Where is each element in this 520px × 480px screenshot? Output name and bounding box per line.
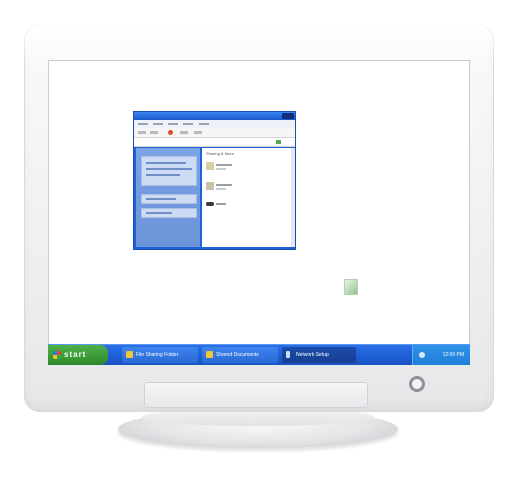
task-pane-box bbox=[141, 208, 197, 218]
forward-button[interactable] bbox=[150, 131, 158, 134]
taskbar-task[interactable]: Shared Documents bbox=[202, 347, 278, 363]
item-label bbox=[216, 203, 226, 205]
bezel-gloss bbox=[24, 24, 494, 64]
item-label bbox=[216, 184, 232, 186]
go-icon[interactable] bbox=[276, 140, 281, 144]
app-window[interactable]: Sharing & More bbox=[134, 112, 295, 249]
start-button[interactable]: start bbox=[48, 345, 108, 365]
power-button[interactable] bbox=[409, 376, 425, 392]
menu-item[interactable] bbox=[153, 122, 164, 125]
task-label: File Sharing Folder bbox=[136, 352, 179, 358]
task-link[interactable] bbox=[146, 162, 186, 164]
menu-item[interactable] bbox=[138, 122, 148, 125]
menu-item[interactable] bbox=[198, 122, 209, 125]
task-pane bbox=[136, 148, 200, 247]
back-button[interactable] bbox=[138, 131, 146, 134]
crt-monitor: Sharing & More start File Sharing Folder… bbox=[24, 24, 494, 412]
folder-icon bbox=[206, 351, 213, 358]
folder-icon[interactable] bbox=[206, 182, 214, 190]
item-label bbox=[216, 164, 232, 166]
task-link[interactable] bbox=[146, 168, 192, 170]
front-control-panel bbox=[144, 382, 368, 408]
menu-item[interactable] bbox=[168, 122, 179, 125]
menu-item[interactable] bbox=[183, 122, 194, 125]
task-link[interactable] bbox=[146, 198, 176, 200]
app-titlebar[interactable] bbox=[134, 112, 295, 120]
toolbar-button[interactable] bbox=[194, 131, 202, 134]
content-heading: Sharing & More bbox=[206, 151, 234, 156]
taskbar-task-active[interactable]: Network Setup bbox=[282, 347, 356, 363]
folder-icon[interactable] bbox=[206, 162, 214, 170]
task-pane-box bbox=[141, 156, 197, 186]
taskbar: start File Sharing Folder Shared Documen… bbox=[48, 344, 470, 365]
task-link[interactable] bbox=[146, 174, 180, 176]
start-label: start bbox=[64, 350, 87, 359]
monitor-screen: Sharing & More start File Sharing Folder… bbox=[48, 60, 470, 365]
task-label: Network Setup bbox=[296, 352, 329, 358]
network-cable-icon[interactable] bbox=[206, 202, 214, 206]
address-bar[interactable] bbox=[134, 138, 295, 147]
app-toolbar bbox=[134, 128, 295, 138]
system-tray: 12:00 PM bbox=[412, 345, 470, 365]
item-sublabel bbox=[216, 188, 226, 190]
stop-icon[interactable] bbox=[168, 130, 173, 135]
folder-icon bbox=[126, 351, 133, 358]
desktop-file-icon[interactable] bbox=[344, 279, 358, 295]
toolbar-button[interactable] bbox=[180, 131, 188, 134]
task-link[interactable] bbox=[146, 212, 172, 214]
taskbar-task[interactable]: File Sharing Folder bbox=[122, 347, 198, 363]
folder-content: Sharing & More bbox=[202, 148, 291, 247]
task-pane-box bbox=[141, 194, 197, 204]
clock[interactable]: 12:00 PM bbox=[443, 352, 464, 358]
windows-logo-icon bbox=[53, 351, 61, 359]
network-icon[interactable] bbox=[419, 352, 425, 358]
window-controls[interactable] bbox=[282, 113, 294, 119]
app-menubar bbox=[134, 120, 295, 128]
item-sublabel bbox=[216, 168, 226, 170]
scrollbar[interactable] bbox=[291, 148, 295, 247]
scene: Sharing & More start File Sharing Folder… bbox=[0, 0, 520, 480]
document-icon bbox=[286, 351, 290, 358]
task-label: Shared Documents bbox=[216, 352, 259, 358]
